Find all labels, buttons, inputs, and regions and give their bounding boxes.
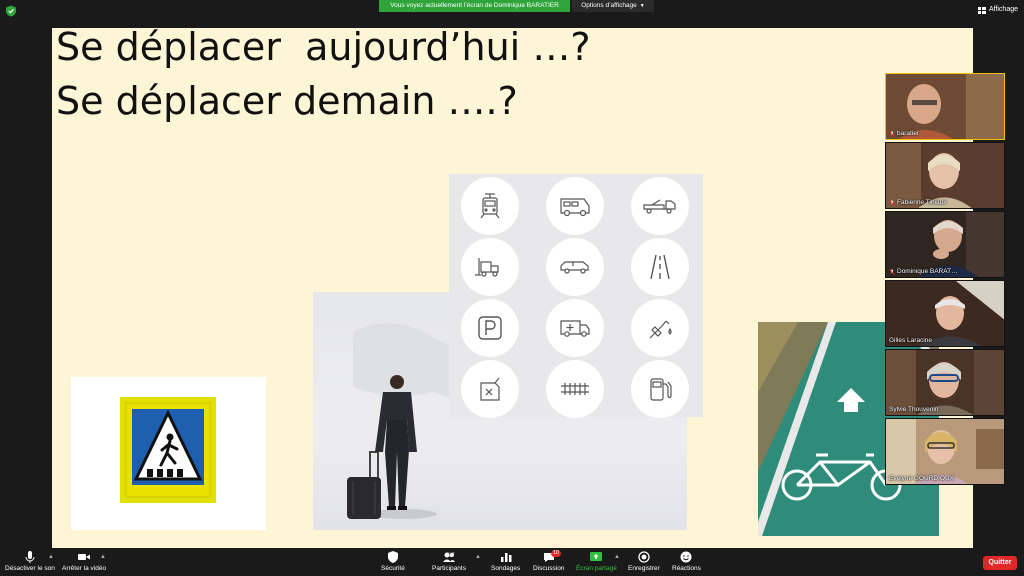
camper-van-icon: [546, 177, 604, 235]
parking-icon: [461, 299, 519, 357]
quit-button[interactable]: Quitter: [983, 556, 1017, 570]
slide-title-line2: Se déplacer demain ….?: [56, 79, 518, 123]
stop-video-button-label: Arrêter la vidéo: [62, 565, 107, 572]
rail-track-icon: [546, 360, 604, 418]
transport-icon-grid: [449, 174, 703, 418]
forklift-icon: [461, 238, 519, 296]
participant-tile[interactable]: Sylvie Thouvenin: [885, 349, 1005, 416]
polls-button[interactable]: Sondages: [491, 550, 520, 572]
reactions-button-label: Réactions: [672, 565, 701, 572]
share-screen-button-label: Écran partagé: [576, 565, 617, 572]
zoom-window: Vous voyez actuellement l’écran de Domin…: [0, 0, 1024, 576]
record-button[interactable]: Enregistrer: [628, 550, 660, 572]
security-button[interactable]: Sécurité: [381, 550, 405, 572]
muted-mic-icon: [889, 268, 895, 275]
share-screen-icon: [590, 552, 603, 561]
chat-unread-badge: 10: [551, 550, 562, 557]
share-options-chevron-icon[interactable]: ▲: [614, 554, 620, 560]
ambulance-icon: [546, 299, 604, 357]
chat-button-label: Discussion: [533, 565, 565, 572]
mute-button-label: Désactiver le son: [5, 565, 55, 572]
participants-count: 27: [448, 553, 455, 559]
tram-icon: [461, 177, 519, 235]
video-options-chevron-icon[interactable]: ▲: [100, 554, 106, 560]
fuel-nozzle-icon: [631, 299, 689, 357]
shield-icon[interactable]: [5, 5, 17, 17]
share-screen-button[interactable]: Écran partagé: [576, 550, 617, 572]
bar-chart-icon: [500, 553, 512, 562]
road-icon: [631, 238, 689, 296]
microphone-icon: [25, 551, 35, 563]
participant-tile[interactable]: Dominique BARAT…: [885, 211, 1005, 278]
audio-options-chevron-icon[interactable]: ▲: [48, 554, 54, 560]
view-button-label: Affichage: [988, 6, 1018, 13]
participants-button-label: Participants: [432, 565, 466, 572]
shared-slide: Se déplacer aujourd’hui …? Se déplacer d…: [52, 28, 973, 548]
participant-name: Dominique BARAT…: [897, 268, 958, 275]
participant-name: Fabienne Tirliaux: [897, 199, 947, 206]
record-icon: [638, 551, 650, 563]
participants-options-chevron-icon[interactable]: ▲: [475, 554, 481, 560]
muted-mic-icon: [889, 199, 895, 206]
grid-view-icon: [977, 6, 986, 14]
suv-car-icon: [546, 238, 604, 296]
participants-button[interactable]: 27 Participants: [432, 550, 466, 572]
record-button-label: Enregistrer: [628, 565, 660, 572]
pedestrian-crossing-sign-image: [71, 377, 266, 530]
participant-name: baratier: [897, 130, 920, 137]
jerrycan-icon: [461, 360, 519, 418]
view-options-button[interactable]: Options d’affichage ▼: [572, 0, 654, 12]
meeting-toolbar: Désactiver le son ▲ Arrêter la vidéo ▲ S…: [0, 548, 1024, 576]
smiley-icon: [680, 551, 692, 563]
participant-tile[interactable]: Gilles Laracine: [885, 280, 1005, 347]
tow-truck-icon: [631, 177, 689, 235]
participants-video-panel: baratier Fabienne Tirliaux Dominique BAR…: [885, 73, 1005, 485]
participant-name: Evelyne GOURDIOUX: [889, 475, 955, 482]
share-banner: Vous voyez actuellement l’écran de Domin…: [379, 0, 570, 12]
slide-title-line1: Se déplacer aujourd’hui …?: [56, 28, 591, 69]
muted-mic-icon: [889, 130, 895, 137]
polls-button-label: Sondages: [491, 565, 521, 572]
chat-button[interactable]: 10 Discussion: [533, 550, 564, 572]
security-button-label: Sécurité: [381, 565, 405, 572]
participant-name: Sylvie Thouvenin: [889, 406, 939, 413]
participant-tile[interactable]: Fabienne Tirliaux: [885, 142, 1005, 209]
reactions-button[interactable]: Réactions: [672, 550, 701, 572]
fuel-pump-icon: [631, 360, 689, 418]
chevron-down-icon: ▼: [639, 3, 645, 9]
video-camera-icon: [78, 554, 91, 560]
participant-name: Gilles Laracine: [889, 337, 932, 344]
participant-tile[interactable]: Evelyne GOURDIOUX: [885, 418, 1005, 485]
view-options-label: Options d’affichage: [581, 2, 637, 9]
security-shield-icon: [387, 551, 398, 563]
view-button[interactable]: Affichage: [977, 3, 1018, 17]
participant-tile[interactable]: baratier: [885, 73, 1005, 140]
